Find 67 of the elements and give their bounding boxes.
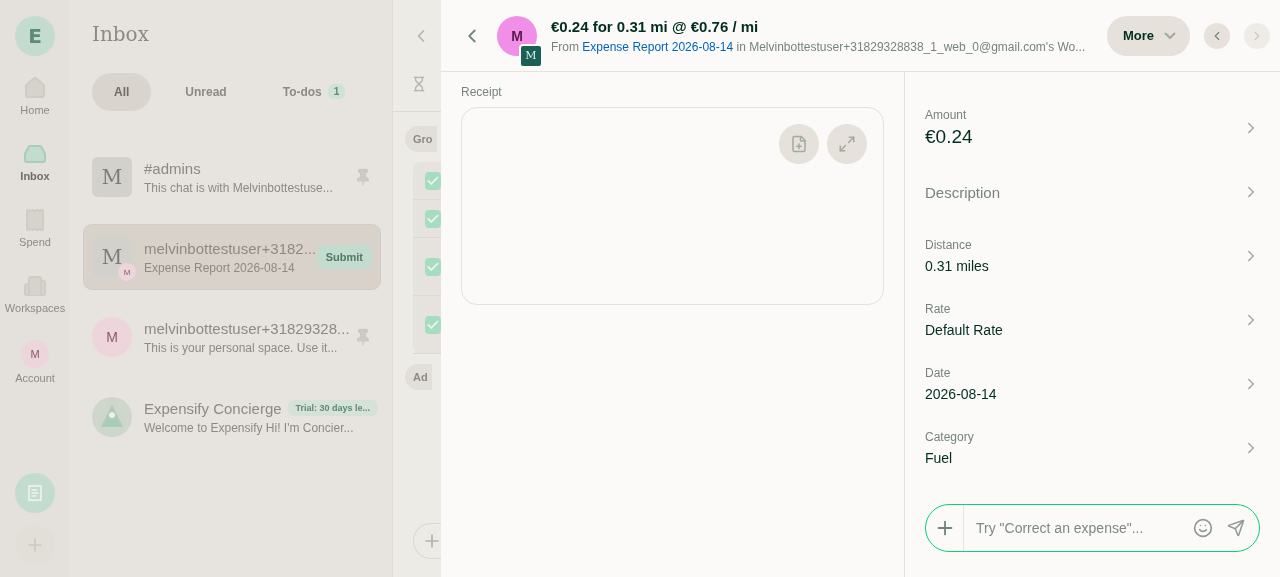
previous-button[interactable] [1204, 22, 1230, 49]
file-plus-icon [790, 135, 808, 153]
nav-item[interactable]: Spend [19, 208, 51, 248]
field-value: 2026-08-14 [925, 386, 998, 402]
field-label: Distance [925, 238, 973, 252]
add-button[interactable] [413, 523, 441, 559]
field-label: Rate [925, 302, 952, 316]
receipt-label: Receipt [461, 85, 503, 99]
field-label: Category [925, 430, 975, 444]
logo: E [15, 16, 55, 56]
workspace-avatar: M [519, 43, 543, 68]
nav-item[interactable]: Workspaces [4, 274, 66, 314]
checkbox[interactable] [425, 257, 441, 276]
emoji-icon[interactable] [1193, 518, 1213, 538]
new-expense-button[interactable] [15, 473, 55, 513]
checkbox[interactable] [425, 171, 441, 190]
more-button[interactable]: More [1106, 15, 1190, 56]
trial-badge: Trial: 30 days le... [287, 400, 379, 416]
chat-preview: Expense Report 2026-08-14 [144, 260, 296, 275]
filter-tab[interactable]: Unread [163, 72, 249, 111]
chat-row[interactable]: Expensify Concierge Trial: 30 days le... Welcome to Expensify Hi! I'm Concier... [84, 385, 380, 449]
field-value: 0.31 miles [925, 258, 990, 274]
nav-item[interactable]: M Account [15, 340, 55, 384]
chat-title: melvinbottestuser+3182... [144, 239, 317, 257]
field-value: Default Rate [925, 322, 1004, 338]
field-label: Date [925, 366, 952, 380]
add-button[interactable]: Ad [405, 364, 432, 390]
nav-item[interactable]: Home [20, 76, 50, 116]
filter-tab[interactable]: All [92, 72, 152, 111]
small-avatar: M [118, 263, 136, 281]
receipt-icon [26, 484, 44, 502]
chat-row[interactable]: M M melvinbottestuser+3182... Expense Report 2026-08-14 Submit [84, 225, 380, 289]
expand-button[interactable] [827, 124, 867, 164]
field-label: Amount [925, 108, 968, 122]
avatar: M [92, 157, 132, 197]
count-badge: 1 [327, 84, 346, 99]
caret-icon [1164, 32, 1176, 39]
field-value: Fuel [925, 450, 954, 466]
group-button[interactable]: Gro [405, 126, 437, 152]
chat-preview: This is your personal space. Use it... [144, 340, 339, 355]
report-link[interactable]: Expense Report 2026-08-14 [582, 39, 734, 54]
checkbox[interactable] [425, 209, 441, 228]
expense-subtitle: From Expense Report 2026-08-14 in Melvinbottestuser+31829328838_1_web_0@gmail.com's Wo... [551, 39, 1087, 54]
chat-preview: Welcome to Expensify Hi! I'm Concier... [144, 420, 355, 435]
hourglass-icon [411, 76, 427, 92]
chat-row[interactable]: M melvinbottestuser+31829328... This is your personal space. Use it... [84, 305, 380, 369]
chat-title: Expensify Concierge [144, 399, 282, 417]
message-field[interactable]: Try "Correct an expense"... [964, 520, 1193, 536]
avatar: M [21, 340, 49, 368]
add-receipt-button[interactable] [779, 124, 819, 164]
chat-row[interactable]: M #admins This chat is with Melvinbottestuse... [84, 145, 380, 209]
chat-title: #admins [144, 159, 201, 177]
inbox-title: Inbox [92, 22, 150, 46]
concierge-avatar [92, 397, 132, 437]
expand-icon [838, 135, 856, 153]
field-value: €0.24 [925, 126, 974, 148]
send-icon[interactable] [1227, 519, 1245, 537]
field-label: Description [925, 183, 1002, 201]
submit-button[interactable]: Submit [316, 245, 372, 269]
expense-title: €0.24 for 0.31 mi @ €0.76 / mi [551, 17, 760, 35]
inbox-icon [23, 142, 47, 166]
filter-tab[interactable]: To-dos 1 [260, 72, 368, 111]
checkbox[interactable] [425, 315, 441, 334]
chat-preview: This chat is with Melvinbottestuse... [144, 180, 334, 195]
nav-item[interactable]: Inbox [20, 142, 50, 182]
avatar: M [92, 317, 132, 357]
chat-title: melvinbottestuser+31829328... [144, 319, 350, 337]
